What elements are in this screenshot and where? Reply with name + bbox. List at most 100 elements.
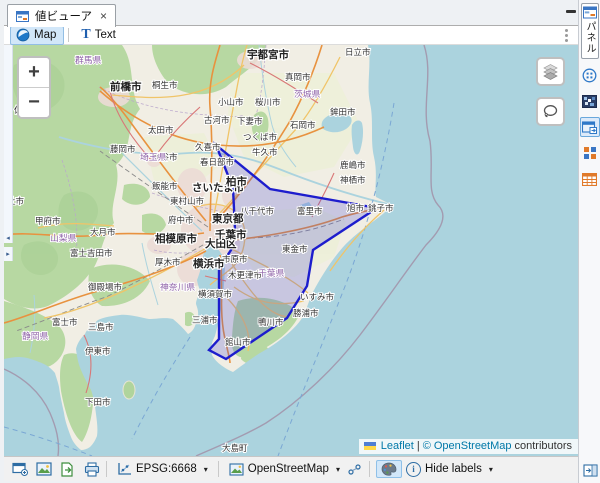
circle-controls-icon <box>582 68 597 83</box>
map-label-city: 鉾田市 <box>330 107 356 117</box>
ukraine-flag-icon <box>364 442 376 450</box>
layers-button[interactable] <box>536 57 565 86</box>
labels-dropdown[interactable]: i Hide labels ▾ <box>402 461 497 478</box>
map-label-city: 館山市 <box>225 337 251 347</box>
basemap-icon <box>229 463 244 476</box>
panel-tab-icon <box>583 6 597 19</box>
left-splitter-expand[interactable]: ▸ <box>4 247 13 261</box>
text-button-label: Text <box>95 29 116 41</box>
form-view-button[interactable] <box>580 65 600 85</box>
map-label-city: 大島町 <box>222 443 248 453</box>
map-label-pref: 千葉県 <box>258 267 285 278</box>
map-label-city: 東金市 <box>282 244 308 254</box>
expand-right-icon: ▸ <box>6 250 10 258</box>
statusbar-separator <box>218 461 219 477</box>
map-button-label: Map <box>34 29 56 41</box>
tab-value-viewer[interactable]: 値ビューア × <box>7 4 116 27</box>
map-label-pref: 神奈川県 <box>160 281 195 292</box>
zoom-out-button[interactable]: − <box>19 88 49 117</box>
new-window-icon <box>12 462 28 476</box>
lasso-select-button[interactable] <box>536 97 565 126</box>
toolbar-grip-icon[interactable] <box>565 29 568 42</box>
basemap-value: OpenStreetMap <box>248 463 329 475</box>
statusbar-separator <box>106 461 107 477</box>
table-icon <box>582 173 597 186</box>
map-label-city: 久喜市 <box>195 142 221 152</box>
raster-view-button[interactable] <box>580 91 600 111</box>
layers-icon <box>542 63 559 80</box>
map-label-pref: 群馬県 <box>75 54 102 65</box>
map-label-city: 神栖市 <box>340 175 366 185</box>
text-icon: T <box>81 29 90 41</box>
status-bar: EPSG:6668 ▾ OpenStreetMap ▾ i Hide label… <box>4 456 578 481</box>
map-label-city: 甲府市 <box>35 216 61 226</box>
map-label-city: 三浦市 <box>192 315 218 325</box>
panels-icon <box>582 121 597 134</box>
basemap-dropdown[interactable]: OpenStreetMap ▾ <box>225 462 344 477</box>
raster-icon <box>582 95 597 108</box>
panel-tab-label: パネル <box>582 21 597 54</box>
map-label-city: いすみ市 <box>300 292 335 302</box>
viewer-icon <box>16 10 30 23</box>
map-attribution: Leaflet | © OpenStreetMap contributors <box>359 439 578 454</box>
map-label-city: 富里市 <box>297 206 323 216</box>
minimize-bar-icon <box>566 10 576 13</box>
attribution-separator: | <box>417 440 420 452</box>
modules-view-button[interactable] <box>580 143 600 163</box>
map-label-city: 富士市 <box>52 317 78 327</box>
labels-toggle-text: Hide labels <box>425 463 482 475</box>
map-label-pref: 静岡県 <box>22 330 49 341</box>
map-label-major: 前橋市 <box>110 80 142 93</box>
map-view-button[interactable]: Map <box>10 26 64 45</box>
zoom-in-button[interactable]: + <box>19 58 49 88</box>
map-label-city: 牛久市 <box>252 147 278 157</box>
text-view-button[interactable]: T Text <box>75 26 123 45</box>
map-label-city: 藤岡市 <box>110 144 136 154</box>
map-label-major: 千葉市 <box>215 228 247 241</box>
map-label-city: 御殿場市 <box>88 282 123 292</box>
panel-tab[interactable]: パネル <box>581 3 599 59</box>
table-view-button[interactable] <box>580 169 600 189</box>
color-style-toggle[interactable] <box>376 460 402 478</box>
map-label-city: 飯能市 <box>152 181 178 191</box>
float-panel-button[interactable] <box>564 6 578 16</box>
printer-icon <box>84 462 100 477</box>
map-label-major: 横浜市 <box>193 257 225 270</box>
map-label-city: 勝浦市 <box>293 308 319 318</box>
collapse-left-icon: ◂ <box>6 235 10 243</box>
osm-link[interactable]: © OpenStreetMap <box>423 440 512 452</box>
dock-panel-button[interactable] <box>581 462 599 478</box>
map-label-city: 富士吉田市 <box>70 248 113 258</box>
map-label-pref: 山梨県 <box>50 232 77 243</box>
open-in-window-button[interactable] <box>11 461 28 478</box>
export-file-icon <box>60 462 75 477</box>
export-button[interactable] <box>59 461 76 478</box>
coord-system-value: EPSG:6668 <box>136 463 197 475</box>
leaflet-link[interactable]: Leaflet <box>381 440 414 452</box>
tab-close-icon[interactable]: × <box>100 10 107 22</box>
coord-system-dropdown[interactable]: EPSG:6668 ▾ <box>113 461 212 477</box>
globe-icon <box>16 28 30 42</box>
map-label-city: 日立市 <box>345 47 371 57</box>
map-label-city: 春日部市 <box>200 157 235 167</box>
modules-icon <box>583 146 597 160</box>
zoom-control: + − <box>17 56 51 119</box>
sync-views-button[interactable] <box>346 461 363 478</box>
map-label-major: 柏市 <box>226 175 247 188</box>
map-label-city: つくば市 <box>243 132 278 142</box>
map-label-city: 小山市 <box>218 97 244 107</box>
info-icon: i <box>406 462 421 477</box>
map-label-city: 鹿嶋市 <box>340 160 366 170</box>
panels-view-button[interactable] <box>580 117 600 137</box>
map-label-city: 伊東市 <box>85 346 111 356</box>
map-label-pref: 埼玉県 <box>140 151 167 162</box>
map-label-city: 桐生市 <box>152 80 178 90</box>
save-image-button[interactable] <box>35 461 52 478</box>
contributors-text: contributors <box>515 440 572 452</box>
print-button[interactable] <box>83 461 100 478</box>
left-splitter-handle[interactable]: ◂ <box>4 45 13 243</box>
map-label-city: 石岡市 <box>290 120 316 130</box>
map-label-city: 太田市 <box>148 125 174 135</box>
map-label-city: 東村山市 <box>170 196 205 206</box>
map-canvas[interactable]: 日立市真岡市桐生市小山市桜川市石岡市鉾田市古河市下妻市太田市藤岡市熊谷市佐久市久… <box>4 45 578 456</box>
